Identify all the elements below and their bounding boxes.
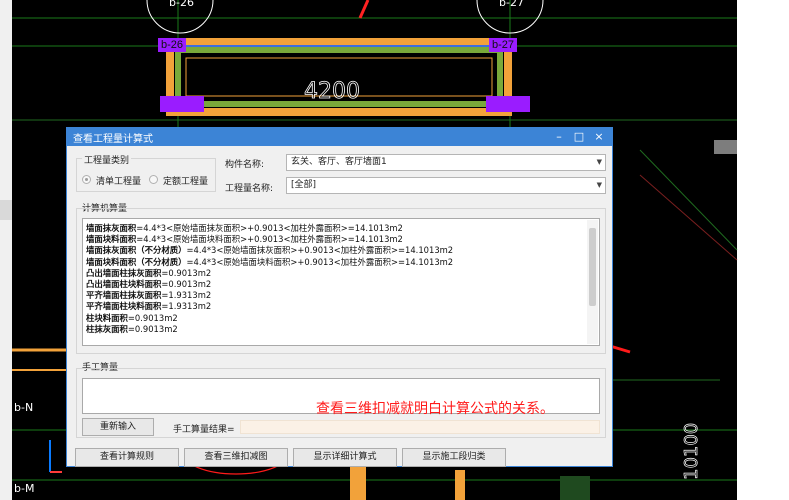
calc-lines: 墙面抹灰面积=4.4*3<原始墙面抹灰面积>+0.9013<加柱外露面积>=14… [83, 219, 599, 335]
beam-tag-b26-label: b-26 [161, 39, 184, 51]
component-name-select[interactable]: 玄关、客厅、客厅墙面1 ▼ [286, 154, 606, 171]
component-name-value: 玄关、客厅、客厅墙面1 [291, 157, 387, 167]
axis-label-bn: b-N [14, 401, 33, 414]
manual-result-label: 手工算量结果= [173, 425, 235, 435]
dialog-titlebar[interactable]: 查看工程量计算式 – □ × [67, 128, 612, 146]
minimize-icon[interactable]: – [550, 129, 568, 145]
radio-list-quantity-label: 清单工程量 [96, 177, 142, 187]
calc-line: 凸出墙面柱块料面积=0.9013m2 [86, 279, 212, 290]
category-group-label: 工程量类别 [82, 153, 132, 166]
calc-scrollbar-thumb[interactable] [589, 228, 596, 306]
calc-line: 平齐墙面柱块料面积=1.9313m2 [86, 301, 212, 312]
quantity-name-label: 工程量名称: [225, 184, 274, 194]
component-name-label: 构件名称: [225, 160, 265, 170]
calc-line: 平齐墙面柱抹灰面积=1.9313m2 [86, 290, 212, 301]
axis-circle-left-label: b-26 [169, 0, 194, 9]
annotation-text: 查看三维扣减就明白计算公式的关系。 [316, 401, 554, 417]
maximize-icon[interactable]: □ [570, 129, 588, 145]
beam-tag-b27-label: b-27 [492, 39, 515, 51]
chevron-down-icon: ▼ [596, 158, 602, 166]
radio-quota-quantity[interactable] [149, 175, 158, 184]
dimension-10100: 10100 [681, 423, 702, 480]
quantity-name-value: [全部] [291, 180, 317, 190]
axis-circle-right-label: b-27 [499, 0, 524, 9]
radio-list-quantity[interactable] [82, 175, 91, 184]
show-construction-section-button[interactable]: 显示施工段归类 [402, 448, 506, 467]
radio-quota-quantity-label: 定额工程量 [163, 177, 209, 187]
quantity-name-select[interactable]: [全部] ▼ [286, 177, 606, 194]
reinput-button[interactable]: 重新输入 [82, 418, 154, 436]
calc-formula-box[interactable]: 墙面抹灰面积=4.4*3<原始墙面抹灰面积>+0.9013<加柱外露面积>=14… [82, 218, 600, 346]
view-rule-button[interactable]: 查看计算规则 [75, 448, 179, 467]
beam-tag-b26: b-26 [158, 38, 187, 52]
calc-line: 墙面块料面积（不分材质）=4.4*3<原始墙面块料面积>+0.9013<加柱外露… [86, 256, 454, 267]
left-panel-strip [0, 0, 12, 500]
calc-line: 凸出墙面柱抹灰面积=0.9013m2 [86, 267, 212, 278]
dialog-title: 查看工程量计算式 [73, 134, 153, 145]
close-icon[interactable]: × [590, 129, 608, 145]
calc-line: 墙面抹灰面积=4.4*3<原始墙面抹灰面积>+0.9013<加柱外露面积>=14… [86, 223, 403, 233]
chevron-down-icon: ▼ [596, 181, 602, 189]
calc-scrollbar[interactable] [587, 220, 598, 344]
manual-result-field[interactable] [240, 420, 600, 434]
right-white-area [737, 0, 789, 500]
beam-tag-b27: b-27 [489, 38, 518, 52]
axis-label-bm: b-M [14, 482, 34, 495]
view-3d-deduction-button[interactable]: 查看三维扣减图 [184, 448, 288, 467]
show-detail-formula-button[interactable]: 显示详细计算式 [293, 448, 397, 467]
calc-line: 柱抹灰面积=0.9013m2 [86, 323, 178, 334]
calc-line: 墙面抹灰面积（不分材质）=4.4*3<原始墙面抹灰面积>+0.9013<加柱外露… [86, 245, 454, 256]
calc-line: 柱块料面积=0.9013m2 [86, 312, 178, 323]
dimension-4200: 4200 [304, 79, 360, 104]
calc-line: 墙面块料面积=4.4*3<原始墙面块料面积>+0.9013<加柱外露面积>=14… [86, 234, 403, 245]
